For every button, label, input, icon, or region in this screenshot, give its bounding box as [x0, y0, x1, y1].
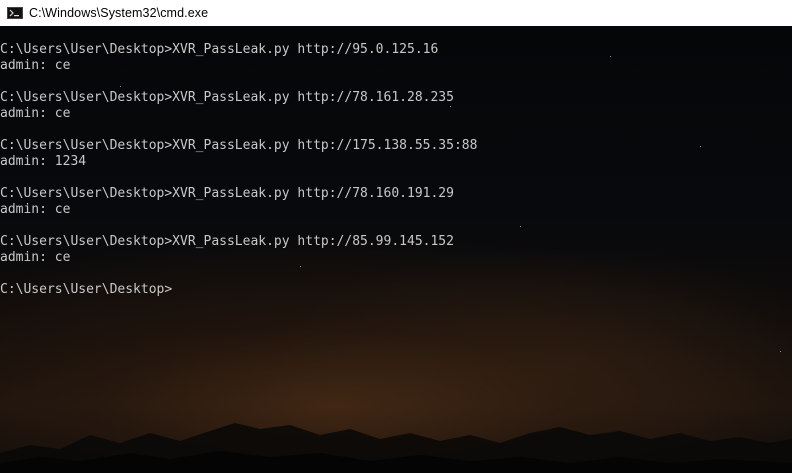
command-line: C:\Users\User\Desktop>XVR_PassLeak.py ht… [0, 42, 439, 57]
command-line: C:\Users\User\Desktop>XVR_PassLeak.py ht… [0, 90, 454, 105]
cmd-icon [7, 7, 23, 19]
command-output: admin: ce [0, 58, 71, 73]
command-prompt[interactable]: C:\Users\User\Desktop> [0, 282, 477, 298]
console-output: C:\Users\User\Desktop>XVR_PassLeak.py ht… [0, 42, 477, 298]
command-line: C:\Users\User\Desktop>XVR_PassLeak.py ht… [0, 234, 454, 249]
window-title: C:\Windows\System32\cmd.exe [29, 6, 209, 20]
command-output: admin: 1234 [0, 154, 87, 169]
mountain-silhouette [0, 423, 792, 473]
title-bar[interactable]: C:\Windows\System32\cmd.exe [0, 0, 792, 26]
command-output: admin: ce [0, 106, 71, 121]
console-area[interactable]: C:\Users\User\Desktop>XVR_PassLeak.py ht… [0, 26, 792, 473]
command-output: admin: ce [0, 202, 71, 217]
command-line: C:\Users\User\Desktop>XVR_PassLeak.py ht… [0, 138, 478, 153]
cmd-window: C:\Windows\System32\cmd.exe C:\Users\Use… [0, 0, 792, 473]
command-output: admin: ce [0, 250, 71, 265]
command-line: C:\Users\User\Desktop>XVR_PassLeak.py ht… [0, 186, 454, 201]
